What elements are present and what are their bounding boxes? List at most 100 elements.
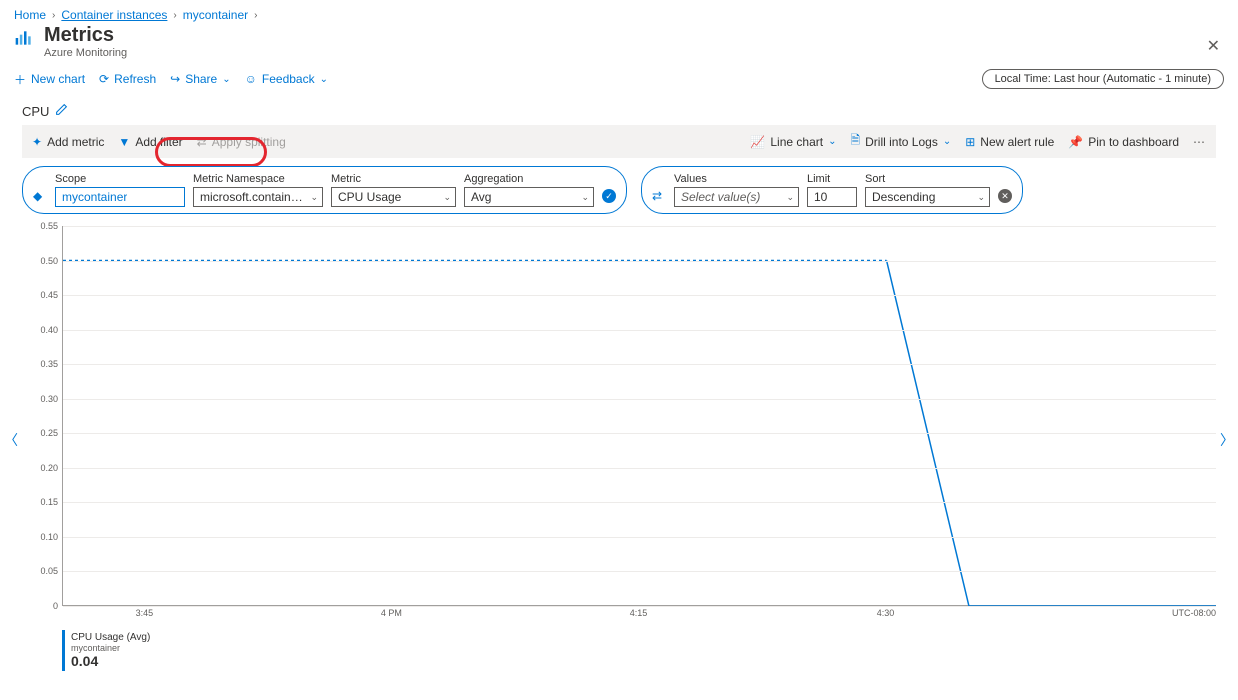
- chevron-right-icon: ›: [173, 10, 176, 21]
- plus-icon: ＋: [14, 71, 26, 88]
- apply-splitting-label: Apply splitting: [212, 135, 286, 149]
- confirm-metric-button[interactable]: ✓: [602, 189, 616, 203]
- pin-icon: 📌: [1068, 135, 1083, 149]
- split-icon: ⇄: [652, 189, 666, 203]
- chart-area: 00.050.100.150.200.250.300.350.400.450.5…: [22, 226, 1216, 626]
- command-bar: ＋ New chart ⟳ Refresh ↪ Share ⌄ ☺ Feedba…: [0, 65, 1238, 99]
- chart-name: CPU: [22, 104, 49, 119]
- new-chart-button[interactable]: ＋ New chart: [14, 71, 85, 88]
- chart-title-row: CPU: [0, 99, 1238, 125]
- chart-legend: CPU Usage (Avg) mycontainer 0.04: [62, 630, 1216, 671]
- limit-value: 10: [814, 190, 827, 204]
- feedback-button[interactable]: ☺ Feedback ⌄: [245, 72, 328, 86]
- chart-plot[interactable]: [62, 226, 1216, 606]
- x-axis: 3:454 PM4:154:30UTC-08:00: [62, 608, 1216, 624]
- remove-splitting-button[interactable]: ✕: [998, 189, 1012, 203]
- line-chart-icon: 📈: [750, 135, 765, 149]
- values-value: Select value(s): [681, 190, 760, 204]
- metric-config-group: ◆ Scope mycontainer Metric Namespace mic…: [22, 166, 627, 214]
- y-tick-label: 0.50: [40, 256, 58, 266]
- chevron-down-icon: ⌄: [786, 192, 794, 203]
- prev-chart-button[interactable]: 〈: [4, 430, 18, 450]
- logs-icon: 🗎: [850, 131, 860, 152]
- refresh-button[interactable]: ⟳ Refresh: [99, 72, 156, 86]
- namespace-value: microsoft.containerinst...: [200, 190, 304, 204]
- grid-line: [63, 399, 1216, 400]
- y-tick-label: 0.25: [40, 428, 58, 438]
- legend-value: 0.04: [71, 653, 150, 669]
- y-tick-label: 0.05: [40, 566, 58, 576]
- metric-select[interactable]: CPU Usage ⌄: [331, 187, 456, 207]
- page-subtitle: Azure Monitoring: [44, 47, 127, 59]
- filter-icon: ▼: [118, 135, 130, 149]
- breadcrumb-resource[interactable]: mycontainer: [183, 8, 248, 22]
- more-button[interactable]: ⋯: [1193, 135, 1206, 149]
- legend-item[interactable]: CPU Usage (Avg) mycontainer 0.04: [62, 630, 156, 671]
- new-chart-label: New chart: [31, 72, 85, 86]
- breadcrumb-home[interactable]: Home: [14, 8, 46, 22]
- chart-type-button[interactable]: 📈 Line chart ⌄: [750, 135, 836, 149]
- next-chart-button[interactable]: 〉: [1220, 430, 1234, 450]
- chevron-down-icon: ⌄: [310, 192, 318, 203]
- apply-splitting-button[interactable]: ⇄ Apply splitting: [197, 135, 286, 149]
- y-tick-label: 0.15: [40, 497, 58, 507]
- namespace-select[interactable]: microsoft.containerinst... ⌄: [193, 187, 323, 207]
- scope-value: mycontainer: [62, 190, 127, 204]
- new-alert-label: New alert rule: [980, 135, 1054, 149]
- share-button[interactable]: ↪ Share ⌄: [170, 72, 230, 86]
- drill-logs-button[interactable]: 🗎 Drill into Logs ⌄: [850, 131, 951, 152]
- series-line: [63, 226, 1216, 606]
- breadcrumb-container-instances[interactable]: Container instances: [61, 8, 167, 22]
- chart-toolbar: ✦ Add metric ▼ Add filter ⇄ Apply splitt…: [22, 125, 1216, 158]
- x-tick-label: 3:45: [136, 608, 154, 618]
- edit-icon[interactable]: [55, 103, 68, 119]
- legend-scope-name: mycontainer: [71, 643, 150, 653]
- page-title: Metrics: [44, 24, 127, 47]
- time-range-pill[interactable]: Local Time: Last hour (Automatic - 1 min…: [982, 69, 1224, 89]
- grid-line: [63, 295, 1216, 296]
- split-icon: ⇄: [197, 135, 207, 149]
- add-filter-label: Add filter: [135, 135, 182, 149]
- new-alert-button[interactable]: ⊞ New alert rule: [965, 135, 1054, 149]
- chevron-down-icon: ⌄: [828, 136, 836, 147]
- metrics-icon: [14, 28, 34, 48]
- chart-type-label: Line chart: [770, 135, 823, 149]
- x-tick-label: 4:30: [877, 608, 895, 618]
- close-icon[interactable]: ✕: [1207, 36, 1220, 56]
- grid-line: [63, 433, 1216, 434]
- grid-line: [63, 261, 1216, 262]
- y-tick-label: 0.55: [40, 221, 58, 231]
- x-tick-label: 4:15: [630, 608, 648, 618]
- chevron-down-icon: ⌄: [320, 74, 328, 85]
- limit-input[interactable]: 10: [807, 187, 857, 207]
- add-metric-button[interactable]: ✦ Add metric: [32, 135, 104, 149]
- scope-label: Scope: [55, 173, 185, 185]
- aggregation-select[interactable]: Avg ⌄: [464, 187, 594, 207]
- feedback-label: Feedback: [262, 72, 315, 86]
- grid-line: [63, 330, 1216, 331]
- alert-icon: ⊞: [965, 135, 975, 149]
- refresh-icon: ⟳: [99, 72, 109, 86]
- grid-line: [63, 537, 1216, 538]
- pin-dashboard-button[interactable]: 📌 Pin to dashboard: [1068, 135, 1179, 149]
- y-axis: 00.050.100.150.200.250.300.350.400.450.5…: [22, 226, 62, 606]
- grid-line: [63, 468, 1216, 469]
- y-tick-label: 0.10: [40, 532, 58, 542]
- add-filter-button[interactable]: ▼ Add filter: [118, 135, 182, 149]
- x-tick-label: 4 PM: [381, 608, 402, 618]
- y-tick-label: 0: [53, 601, 58, 611]
- sort-select[interactable]: Descending ⌄: [865, 187, 990, 207]
- page-header: Metrics Azure Monitoring: [0, 24, 1238, 65]
- y-tick-label: 0.40: [40, 325, 58, 335]
- scope-select[interactable]: mycontainer: [55, 187, 185, 207]
- pin-dashboard-label: Pin to dashboard: [1088, 135, 1179, 149]
- y-tick-label: 0.30: [40, 394, 58, 404]
- grid-line: [63, 606, 1216, 607]
- chevron-down-icon: ⌄: [943, 136, 951, 147]
- legend-series-name: CPU Usage (Avg): [71, 632, 150, 643]
- add-metric-label: Add metric: [47, 135, 104, 149]
- grid-line: [63, 226, 1216, 227]
- values-select[interactable]: Select value(s) ⌄: [674, 187, 799, 207]
- drill-logs-label: Drill into Logs: [865, 135, 938, 149]
- y-tick-label: 0.35: [40, 359, 58, 369]
